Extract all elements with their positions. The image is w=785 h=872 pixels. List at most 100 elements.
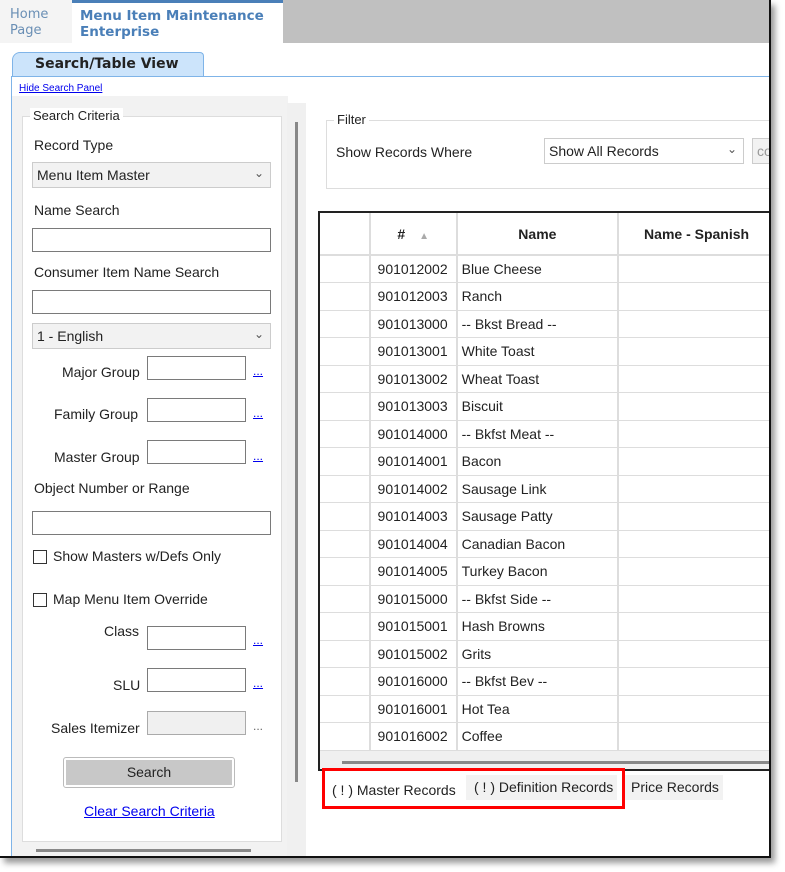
table-row[interactable]: 901015002 Grits xyxy=(320,640,769,668)
cell-name[interactable]: Canadian Bacon xyxy=(456,530,620,558)
table-row[interactable]: 901014003 Sausage Patty xyxy=(320,502,769,531)
cell-number[interactable]: 901014005 xyxy=(369,557,458,586)
cell-number[interactable]: 901015000 xyxy=(369,585,458,613)
cell-name-spanish[interactable] xyxy=(618,695,769,723)
cell-number[interactable]: 901014001 xyxy=(369,447,458,476)
row-header[interactable] xyxy=(320,420,371,448)
row-header[interactable] xyxy=(320,530,371,558)
table-row[interactable]: 901013002 Wheat Toast xyxy=(320,365,769,393)
table-row[interactable]: 901015001 Hash Browns xyxy=(320,612,769,641)
cell-name-spanish[interactable] xyxy=(618,475,769,503)
cell-name-spanish[interactable] xyxy=(618,392,769,421)
cell-number[interactable]: 901014000 xyxy=(369,420,458,448)
table-row[interactable]: 901013000 -- Bkst Bread -- xyxy=(320,310,769,338)
table-row[interactable]: 901014001 Bacon xyxy=(320,447,769,476)
cell-name-spanish[interactable] xyxy=(618,310,769,338)
master-group-input[interactable] xyxy=(147,440,246,464)
vertical-scrollbar[interactable] xyxy=(295,122,298,782)
cell-name-spanish[interactable] xyxy=(618,585,769,613)
cell-number[interactable]: 901013002 xyxy=(369,365,458,393)
row-header[interactable] xyxy=(320,365,371,393)
cell-number[interactable]: 901014003 xyxy=(369,502,458,531)
cell-name-spanish[interactable] xyxy=(618,255,769,283)
cell-name[interactable]: Hash Browns xyxy=(456,612,620,641)
cell-number[interactable]: 901016002 xyxy=(369,722,458,751)
cell-name[interactable]: -- Bkfst Side -- xyxy=(456,585,620,613)
row-header[interactable] xyxy=(320,557,371,586)
cell-name[interactable]: Coffee xyxy=(456,722,620,751)
cell-name[interactable]: Sausage Link xyxy=(456,475,620,503)
major-group-input[interactable] xyxy=(147,356,246,380)
column-header-number[interactable]: # ▲ xyxy=(369,213,458,256)
row-header[interactable] xyxy=(320,447,371,476)
major-group-browse-button[interactable]: ... xyxy=(253,364,263,378)
map-override-checkbox[interactable] xyxy=(33,593,47,607)
grid-horizontal-scrollbar[interactable] xyxy=(342,761,769,764)
table-row[interactable]: 901014000 -- Bkfst Meat -- xyxy=(320,420,769,448)
cell-name[interactable]: Sausage Patty xyxy=(456,502,620,531)
row-header[interactable] xyxy=(320,282,371,311)
cell-name[interactable]: White Toast xyxy=(456,337,620,366)
cell-name-spanish[interactable] xyxy=(618,612,769,641)
cell-name[interactable]: -- Bkst Bread -- xyxy=(456,310,620,338)
cell-name-spanish[interactable] xyxy=(618,557,769,586)
table-row[interactable]: 901014004 Canadian Bacon xyxy=(320,530,769,558)
table-row[interactable]: 901014005 Turkey Bacon xyxy=(320,557,769,586)
object-number-input[interactable] xyxy=(32,511,271,535)
cell-name[interactable]: Bacon xyxy=(456,447,620,476)
cell-name[interactable]: Wheat Toast xyxy=(456,365,620,393)
family-group-input[interactable] xyxy=(147,398,246,422)
cell-number[interactable]: 901016000 xyxy=(369,667,458,696)
cell-number[interactable]: 901014004 xyxy=(369,530,458,558)
consumer-search-input[interactable] xyxy=(32,290,271,314)
class-browse-button[interactable]: ... xyxy=(253,633,263,647)
row-header[interactable] xyxy=(320,585,371,613)
cell-name-spanish[interactable] xyxy=(618,722,769,751)
row-header[interactable] xyxy=(320,722,371,751)
cell-name-spanish[interactable] xyxy=(618,365,769,393)
row-header[interactable] xyxy=(320,502,371,531)
row-header[interactable] xyxy=(320,667,371,696)
cell-name-spanish[interactable] xyxy=(618,447,769,476)
row-header[interactable] xyxy=(320,640,371,668)
cell-name[interactable]: Ranch xyxy=(456,282,620,311)
table-row[interactable]: 901012002 Blue Cheese xyxy=(320,255,769,283)
table-row[interactable]: 901016002 Coffee xyxy=(320,722,769,751)
row-header[interactable] xyxy=(320,310,371,338)
cell-name[interactable]: Hot Tea xyxy=(456,695,620,723)
table-row[interactable]: 901013001 White Toast xyxy=(320,337,769,366)
slu-input[interactable] xyxy=(147,668,246,692)
cell-number[interactable]: 901013000 xyxy=(369,310,458,338)
row-header[interactable] xyxy=(320,337,371,366)
table-row[interactable]: 901016001 Hot Tea xyxy=(320,695,769,723)
cell-number[interactable]: 901013003 xyxy=(369,392,458,421)
tab-home-page[interactable]: Home Page xyxy=(0,0,72,43)
cell-name-spanish[interactable] xyxy=(618,502,769,531)
show-records-select[interactable]: Show All Records ⌄ xyxy=(544,138,744,164)
cell-number[interactable]: 901015001 xyxy=(369,612,458,641)
cell-name[interactable]: Biscuit xyxy=(456,392,620,421)
cell-number[interactable]: 901012002 xyxy=(369,255,458,283)
cell-name[interactable]: -- Bkfst Meat -- xyxy=(456,420,620,448)
show-masters-checkbox[interactable] xyxy=(33,550,47,564)
row-header[interactable] xyxy=(320,475,371,503)
column-header-name[interactable]: Name xyxy=(456,213,620,256)
horizontal-scrollbar[interactable] xyxy=(36,849,251,852)
cell-number[interactable]: 901012003 xyxy=(369,282,458,311)
name-search-input[interactable] xyxy=(32,228,271,252)
search-button[interactable]: Search xyxy=(63,757,235,788)
table-row[interactable]: 901014002 Sausage Link xyxy=(320,475,769,503)
clear-search-criteria-link[interactable]: Clear Search Criteria xyxy=(84,803,215,819)
language-select[interactable]: 1 - English ⌄ xyxy=(32,323,271,349)
cell-number[interactable]: 901013001 xyxy=(369,337,458,366)
filter-condition-select[interactable]: co xyxy=(752,138,769,164)
class-input[interactable] xyxy=(147,626,246,650)
cell-name-spanish[interactable] xyxy=(618,420,769,448)
slu-browse-button[interactable]: ... xyxy=(253,676,263,690)
cell-name[interactable]: Grits xyxy=(456,640,620,668)
column-header-name-spanish[interactable]: Name - Spanish xyxy=(618,213,769,256)
cell-name[interactable]: -- Bkfst Bev -- xyxy=(456,667,620,696)
table-row[interactable]: 901013003 Biscuit xyxy=(320,392,769,421)
hide-search-panel-link[interactable]: Hide Search Panel xyxy=(19,83,102,94)
cell-name-spanish[interactable] xyxy=(618,282,769,311)
